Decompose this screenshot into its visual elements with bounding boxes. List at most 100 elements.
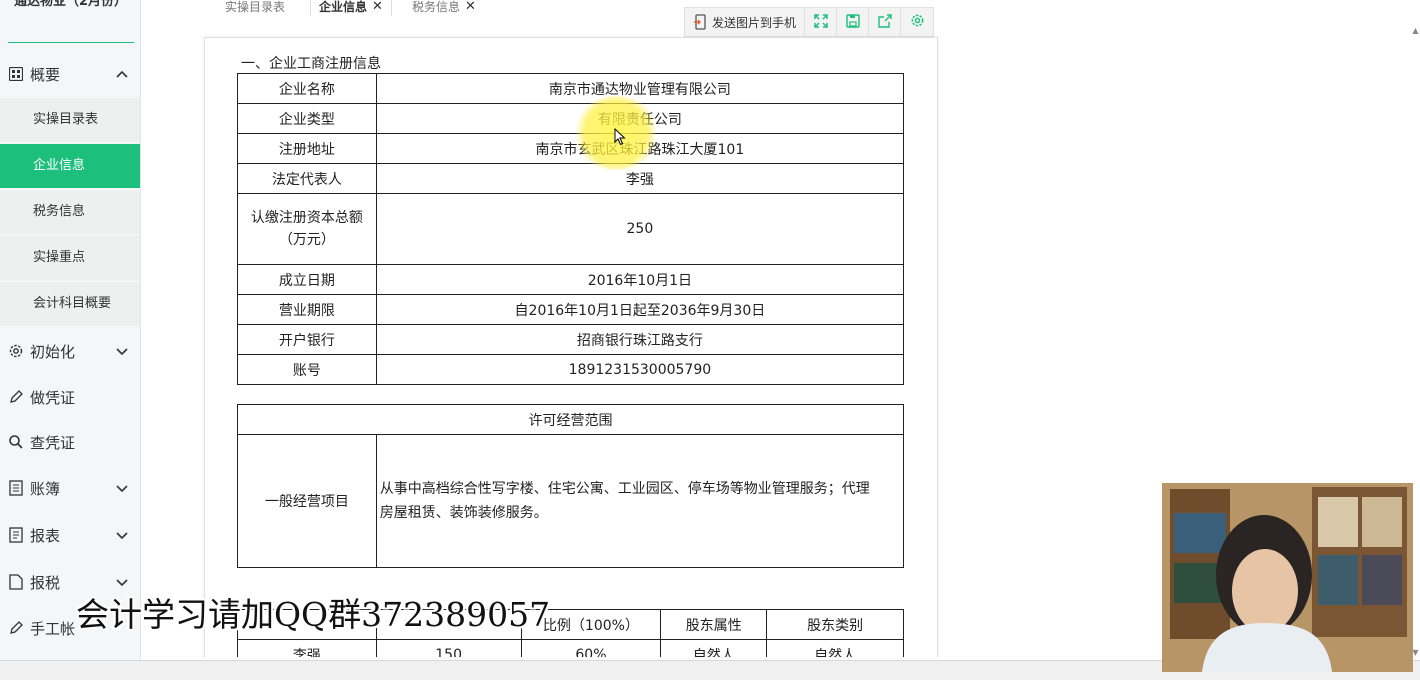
sidebar-subitem-key-points[interactable]: 实操重点: [0, 236, 140, 280]
table-row: 账号 1891231530005790: [237, 354, 905, 385]
company-divider: [8, 42, 134, 43]
settings-button[interactable]: [901, 8, 933, 36]
row-value: 有限责任公司: [375, 103, 905, 134]
sidebar-subitem-company-info[interactable]: 企业信息: [0, 144, 140, 188]
row-value: 1891231530005790: [375, 354, 905, 385]
scope-value: 从事中高档综合性写字楼、住宅公寓、工业园区、停车场等物业管理服务；代理房屋租赁、…: [375, 434, 905, 568]
row-value: 南京市玄武区珠江路珠江大厦101: [375, 133, 905, 164]
sidebar-item-label: 初始化: [30, 342, 76, 361]
sidebar-item-label: 概要: [30, 65, 61, 84]
document-toolbar: 发送图片到手机: [684, 7, 935, 37]
search-icon: [8, 434, 24, 450]
close-icon[interactable]: ✕: [465, 0, 476, 14]
sidebar-item-init[interactable]: 初始化: [0, 331, 141, 371]
row-label: 账号: [237, 354, 377, 385]
gear-icon: [910, 13, 925, 32]
send-to-phone-label: 发送图片到手机: [712, 15, 797, 30]
sidebar-subitem-tax-info[interactable]: 税务信息: [0, 190, 140, 234]
table-row: 一般经营项目 从事中高档综合性写字楼、住宅公寓、工业园区、停车场等物业管理服务；…: [237, 434, 905, 568]
sidebar-item-reports[interactable]: 报表: [0, 515, 141, 555]
sidebar-item-label: 查凭证: [30, 433, 76, 452]
row-label: 企业类型: [237, 103, 377, 134]
phone-share-icon: [693, 14, 707, 30]
table-cell: 李强: [237, 639, 377, 657]
scope-label: 一般经营项目: [237, 434, 377, 568]
table-row: 注册地址 南京市玄武区珠江路珠江大厦101: [237, 133, 905, 164]
webcam-overlay: [1162, 483, 1413, 672]
table-row: 成立日期 2016年10月1日: [237, 264, 905, 295]
row-label: 法定代表人: [237, 163, 377, 194]
scope-header: 许可经营范围: [237, 404, 904, 435]
expand-icon: [813, 13, 828, 32]
report-icon: [8, 527, 24, 543]
tab-catalog[interactable]: 实操目录表: [225, 0, 285, 16]
pen-icon: [8, 620, 24, 636]
row-value: 自2016年10月1日起至2036年9月30日: [375, 294, 905, 325]
chevron-down-icon: [115, 344, 129, 362]
save-icon: [845, 13, 860, 32]
sidebar-item-label: 做凭证: [30, 388, 76, 407]
table-row: 李强 150 60% 自然人 自然人: [237, 639, 904, 657]
sidebar-item-label: 账簿: [30, 479, 61, 498]
sidebar-subitem-catalog[interactable]: 实操目录表: [0, 98, 140, 142]
document-page: 一、企业工商注册信息 企业名称 南京市通达物业管理有限公司 企业类型 有限责任公司 …: [204, 37, 938, 657]
chevron-down-icon: [115, 528, 129, 546]
gear-icon: [8, 343, 24, 359]
row-value: 250: [375, 193, 905, 265]
table-cell: 60%: [520, 639, 662, 657]
table-row: 法定代表人 李强: [237, 163, 905, 194]
table-row: 营业期限 自2016年10月1日起至2036年9月30日: [237, 294, 905, 325]
row-label: 开户银行: [237, 324, 377, 355]
sidebar-item-label: 报表: [30, 526, 61, 545]
sidebar-subitem-accounts[interactable]: 会计科目概要: [0, 282, 140, 326]
row-label: 认缴注册资本总额（万元）: [237, 193, 377, 265]
tab-label: 企业信息: [319, 0, 368, 14]
export-icon: [877, 13, 892, 32]
export-button[interactable]: [869, 8, 902, 36]
column-header: 股东类别: [766, 609, 904, 640]
fullscreen-button[interactable]: [805, 8, 838, 36]
sidebar-item-query-voucher[interactable]: 查凭证: [0, 422, 141, 462]
row-value: 招商银行珠江路支行: [375, 324, 905, 355]
business-scope-table: 许可经营范围 一般经营项目 从事中高档综合性写字楼、住宅公寓、工业园区、停车场等…: [237, 404, 905, 568]
sidebar-item-label: 报税: [30, 573, 61, 592]
pen-icon: [8, 389, 24, 405]
company-name: 通达物业（2月份）: [13, 0, 128, 9]
chevron-down-icon: [115, 481, 129, 499]
row-label: 注册地址: [237, 133, 377, 164]
column-header: 股东属性: [660, 609, 768, 640]
row-label: 营业期限: [237, 294, 377, 325]
sidebar-item-make-voucher[interactable]: 做凭证: [0, 377, 141, 417]
table-row: 企业类型 有限责任公司: [237, 103, 905, 134]
close-icon[interactable]: ✕: [372, 0, 383, 14]
table-cell: 自然人: [660, 639, 768, 657]
sidebar-item-overview[interactable]: 概要: [0, 54, 141, 94]
row-value: 2016年10月1日: [375, 264, 905, 295]
send-to-phone-button[interactable]: 发送图片到手机: [685, 8, 806, 36]
sidebar-item-label: 手工帐: [30, 619, 76, 638]
mouse-pointer-icon: [614, 127, 626, 150]
row-label: 成立日期: [237, 264, 377, 295]
file-icon: [8, 574, 24, 590]
tab-label: 实操目录表: [225, 0, 286, 14]
scroll-up-icon[interactable]: ▲: [1411, 26, 1420, 35]
row-value: 李强: [375, 163, 905, 194]
table-cell: 自然人: [766, 639, 904, 657]
grid-icon: [8, 66, 24, 82]
caption-watermark: 会计学习请加QQ群372389057: [76, 595, 551, 634]
chevron-up-icon: [115, 67, 129, 85]
tab-tax-info[interactable]: 税务信息 ✕: [412, 0, 476, 16]
table-row: 企业名称 南京市通达物业管理有限公司: [237, 73, 905, 104]
table-row: 许可经营范围: [237, 404, 904, 435]
book-icon: [8, 480, 24, 496]
tab-company-info[interactable]: 企业信息 ✕: [310, 0, 392, 16]
table-row: 开户银行 招商银行珠江路支行: [237, 324, 905, 355]
section-title: 一、企业工商注册信息: [241, 56, 381, 72]
app-window: 通达物业（2月份） 概要 实操目录表 企业信息 税务信息 实操重点 会计科目概要…: [0, 0, 1420, 680]
sidebar: 通达物业（2月份） 概要 实操目录表 企业信息 税务信息 实操重点 会计科目概要…: [0, 0, 141, 660]
table-cell: 150: [375, 639, 522, 657]
save-button[interactable]: [837, 8, 870, 36]
registration-table: 企业名称 南京市通达物业管理有限公司 企业类型 有限责任公司 注册地址 南京市玄武区珠…: [237, 73, 905, 385]
table-row: 认缴注册资本总额（万元） 250: [237, 193, 905, 265]
sidebar-item-ledger[interactable]: 账簿: [0, 468, 141, 508]
